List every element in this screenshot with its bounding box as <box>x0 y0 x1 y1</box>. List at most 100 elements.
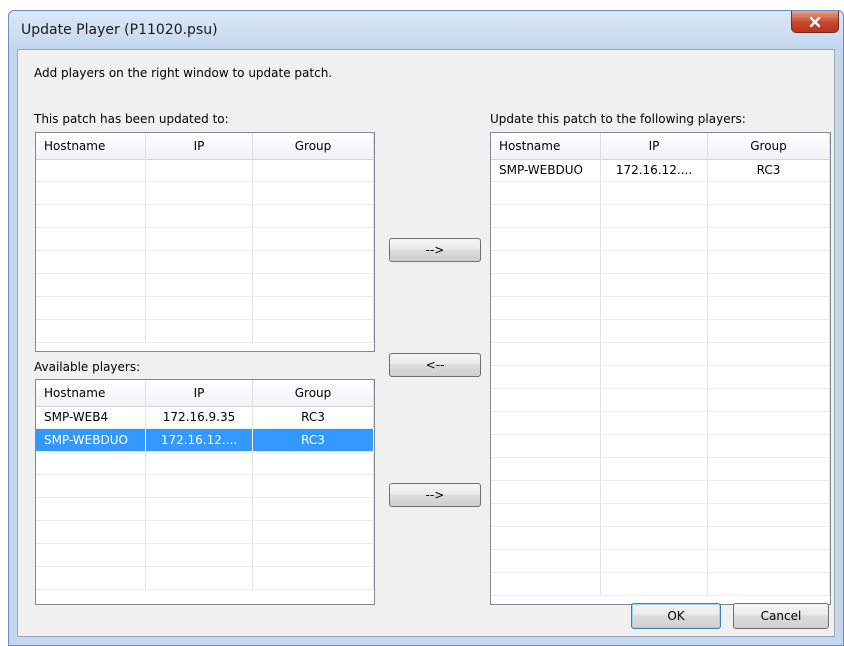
empty-cell <box>36 544 146 566</box>
updated-players-list[interactable]: Hostname IP Group <box>35 132 375 352</box>
empty-row[interactable] <box>36 274 374 297</box>
empty-row[interactable] <box>36 544 374 567</box>
empty-row[interactable] <box>491 481 830 504</box>
empty-row[interactable] <box>491 366 830 389</box>
empty-cell <box>708 550 830 572</box>
empty-cell <box>491 527 601 549</box>
empty-row[interactable] <box>491 550 830 573</box>
empty-cell <box>708 251 830 273</box>
empty-row[interactable] <box>36 320 374 343</box>
empty-row[interactable] <box>491 573 830 596</box>
target-players-list[interactable]: Hostname IP Group SMP-WEBDUO 172.16.12...… <box>490 132 831 605</box>
empty-cell <box>708 320 830 342</box>
empty-cell <box>491 366 601 388</box>
empty-row[interactable] <box>491 228 830 251</box>
empty-cell <box>36 297 146 319</box>
empty-row[interactable] <box>36 521 374 544</box>
empty-cell <box>491 389 601 411</box>
empty-row[interactable] <box>36 498 374 521</box>
empty-row[interactable] <box>491 320 830 343</box>
empty-row[interactable] <box>36 205 374 228</box>
empty-cell <box>601 366 708 388</box>
empty-cell <box>491 297 601 319</box>
empty-cell <box>146 228 253 250</box>
ok-button[interactable]: OK <box>631 603 721 629</box>
column-header-ip[interactable]: IP <box>146 133 253 159</box>
empty-row[interactable] <box>491 182 830 205</box>
column-header-hostname[interactable]: Hostname <box>491 133 601 159</box>
column-header-hostname[interactable]: Hostname <box>36 133 146 159</box>
empty-row[interactable] <box>491 274 830 297</box>
empty-row[interactable] <box>491 504 830 527</box>
empty-cell <box>146 182 253 204</box>
column-header-group[interactable]: Group <box>708 133 830 159</box>
move-right-bottom-button[interactable]: --> <box>389 483 481 507</box>
empty-row[interactable] <box>491 458 830 481</box>
cell-group: RC3 <box>253 406 374 428</box>
empty-cell <box>601 274 708 296</box>
empty-cell <box>708 343 830 365</box>
empty-row[interactable] <box>491 389 830 412</box>
empty-cell <box>491 481 601 503</box>
empty-cell <box>146 159 253 181</box>
empty-cell <box>601 435 708 457</box>
empty-cell <box>36 228 146 250</box>
empty-row[interactable] <box>491 527 830 550</box>
cell-ip: 172.16.9.35 <box>146 406 253 428</box>
column-header-group[interactable]: Group <box>253 133 374 159</box>
empty-row[interactable] <box>36 297 374 320</box>
empty-cell <box>253 251 374 273</box>
move-left-button[interactable]: <-- <box>389 353 481 377</box>
empty-cell <box>253 297 374 319</box>
empty-row[interactable] <box>491 343 830 366</box>
close-button[interactable] <box>791 11 839 33</box>
empty-row[interactable] <box>36 228 374 251</box>
empty-row[interactable] <box>36 475 374 498</box>
empty-row[interactable] <box>491 435 830 458</box>
empty-row[interactable] <box>491 251 830 274</box>
empty-row[interactable] <box>36 159 374 182</box>
empty-cell <box>146 205 253 227</box>
empty-cell <box>253 182 374 204</box>
empty-cell <box>491 504 601 526</box>
empty-row[interactable] <box>36 182 374 205</box>
empty-cell <box>36 205 146 227</box>
move-right-top-button[interactable]: --> <box>389 238 481 262</box>
cancel-button[interactable]: Cancel <box>733 603 829 629</box>
empty-cell <box>491 458 601 480</box>
empty-row[interactable] <box>36 452 374 475</box>
table-row[interactable]: SMP-WEB4 172.16.9.35 RC3 <box>36 406 374 429</box>
column-header-group[interactable]: Group <box>253 380 374 406</box>
empty-row[interactable] <box>491 297 830 320</box>
empty-row[interactable] <box>491 205 830 228</box>
column-header-ip[interactable]: IP <box>146 380 253 406</box>
empty-cell <box>146 452 253 474</box>
table-row[interactable]: SMP-WEBDUO 172.16.12.... RC3 <box>36 429 374 452</box>
empty-cell <box>491 573 601 595</box>
empty-cell <box>708 435 830 457</box>
empty-cell <box>601 412 708 434</box>
empty-cell <box>146 521 253 543</box>
empty-cell <box>253 159 374 181</box>
dialog-client-area: Add players on the right window to updat… <box>17 49 835 637</box>
empty-cell <box>253 274 374 296</box>
empty-cell <box>491 182 601 204</box>
empty-row[interactable] <box>491 412 830 435</box>
cell-ip: 172.16.12.... <box>601 159 708 181</box>
empty-row[interactable] <box>36 567 374 590</box>
empty-row[interactable] <box>36 251 374 274</box>
title-bar[interactable]: Update Player (P11020.psu) <box>9 11 843 49</box>
empty-cell <box>708 366 830 388</box>
column-header-ip[interactable]: IP <box>601 133 708 159</box>
available-players-list[interactable]: Hostname IP Group SMP-WEB4 172.16.9.35 RC3… <box>35 379 375 605</box>
cell-hostname: SMP-WEBDUO <box>491 159 601 181</box>
list-header: Hostname IP Group <box>491 133 830 160</box>
empty-cell <box>253 498 374 520</box>
empty-cell <box>601 182 708 204</box>
column-header-hostname[interactable]: Hostname <box>36 380 146 406</box>
empty-cell <box>708 228 830 250</box>
table-row[interactable]: SMP-WEBDUO 172.16.12.... RC3 <box>491 159 830 182</box>
empty-cell <box>601 527 708 549</box>
empty-cell <box>708 504 830 526</box>
dialog-window: Update Player (P11020.psu) Add players o… <box>8 10 844 646</box>
